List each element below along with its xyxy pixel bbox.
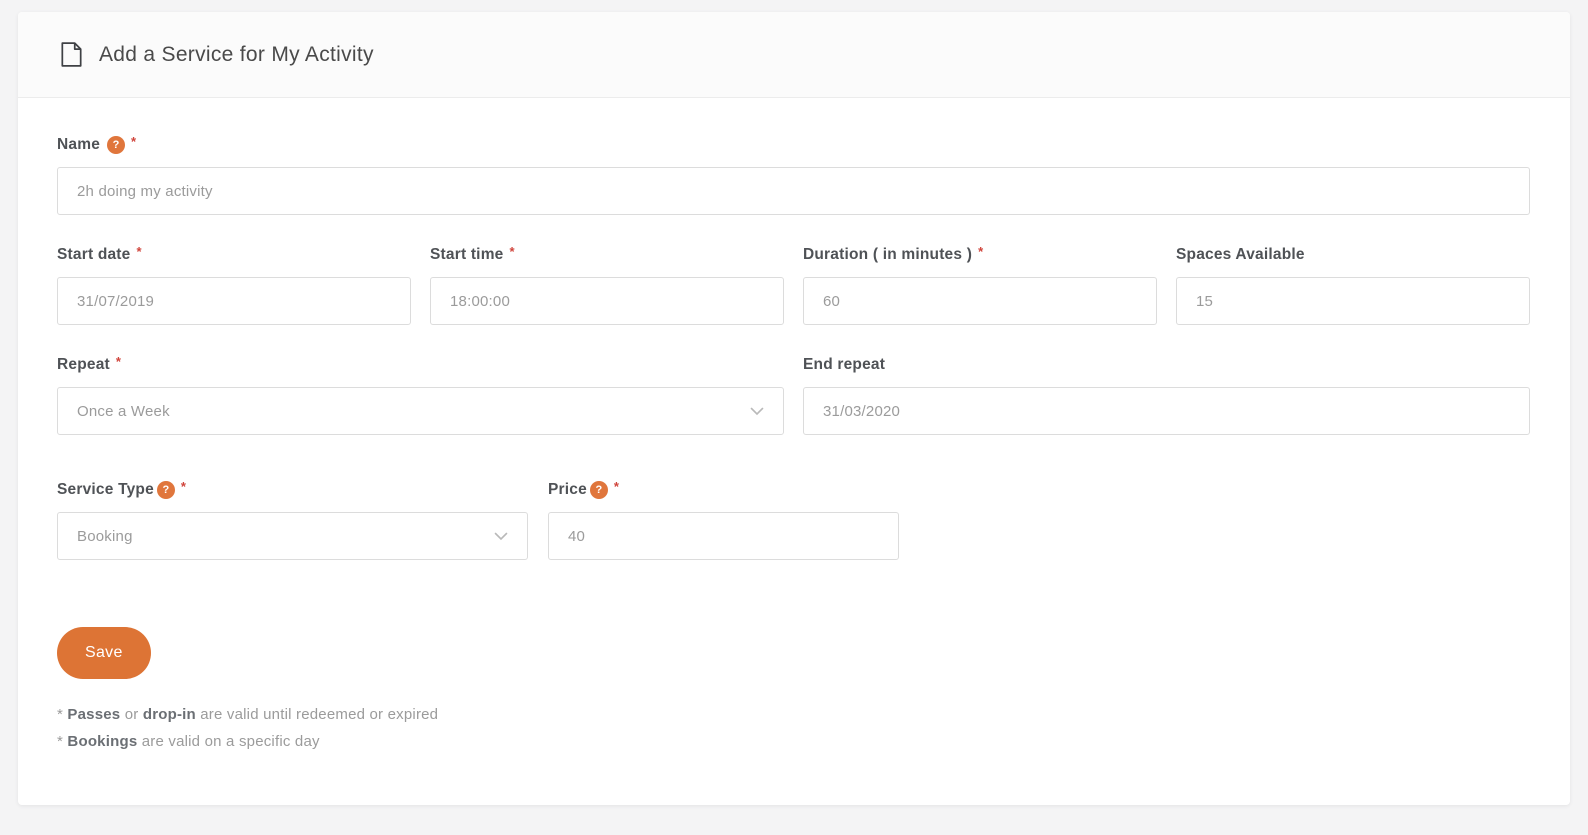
required-asterisk: *: [131, 134, 136, 149]
service-type-field-group: Service Type ? * Booking: [57, 481, 528, 560]
price-label: Price ? *: [548, 481, 899, 499]
start-date-input[interactable]: [57, 277, 411, 325]
price-help-icon[interactable]: ?: [590, 481, 608, 499]
duration-input[interactable]: [803, 277, 1157, 325]
service-type-help-icon[interactable]: ?: [157, 481, 175, 499]
end-repeat-label: End repeat: [803, 356, 1530, 374]
spaces-field-group: Spaces Available: [1176, 246, 1530, 325]
spaces-input[interactable]: [1176, 277, 1530, 325]
repeat-row: Repeat * Once a Week End repeat: [57, 356, 1530, 435]
name-label: Name ? *: [57, 136, 1530, 154]
chevron-down-icon: [750, 407, 764, 416]
duration-field-group: Duration ( in minutes ) *: [803, 246, 1157, 325]
required-asterisk: *: [181, 479, 186, 494]
start-time-field-group: Start time *: [430, 246, 784, 325]
required-asterisk: *: [510, 244, 515, 259]
pricing-row: Service Type ? * Booking Price ?: [57, 481, 1530, 560]
required-asterisk: *: [137, 244, 142, 259]
service-type-label: Service Type ? *: [57, 481, 528, 499]
service-form: Name ? * Start date * Start time *: [18, 98, 1570, 755]
duration-label: Duration ( in minutes ) *: [803, 246, 1157, 264]
footnote-passes: * Passes or drop-in are valid until rede…: [57, 701, 1530, 728]
card-header: Add a Service for My Activity: [18, 12, 1570, 98]
document-icon: [60, 41, 83, 68]
start-time-label: Start time *: [430, 246, 784, 264]
name-help-icon[interactable]: ?: [107, 136, 125, 154]
required-asterisk: *: [614, 479, 619, 494]
repeat-field-group: Repeat * Once a Week: [57, 356, 784, 435]
service-type-select[interactable]: Booking: [57, 512, 528, 560]
save-button[interactable]: Save: [57, 627, 151, 679]
end-repeat-field-group: End repeat: [803, 356, 1530, 435]
footnotes: * Passes or drop-in are valid until rede…: [57, 701, 1530, 755]
repeat-label: Repeat *: [57, 356, 784, 374]
name-field-group: Name ? *: [57, 136, 1530, 215]
required-asterisk: *: [978, 244, 983, 259]
repeat-select[interactable]: Once a Week: [57, 387, 784, 435]
schedule-row: Start date * Start time * Duration ( in …: [57, 246, 1530, 325]
price-field-group: Price ? *: [548, 481, 899, 560]
spaces-label: Spaces Available: [1176, 246, 1530, 264]
footnote-bookings: * Bookings are valid on a specific day: [57, 728, 1530, 755]
add-service-card: Add a Service for My Activity Name ? * S…: [18, 12, 1570, 805]
start-date-label: Start date *: [57, 246, 411, 264]
repeat-selected-value: Once a Week: [77, 403, 170, 420]
service-type-selected-value: Booking: [77, 528, 133, 545]
chevron-down-icon: [494, 532, 508, 541]
end-repeat-input[interactable]: [803, 387, 1530, 435]
name-input[interactable]: [57, 167, 1530, 215]
start-date-field-group: Start date *: [57, 246, 411, 325]
start-time-input[interactable]: [430, 277, 784, 325]
page-title: Add a Service for My Activity: [99, 43, 374, 67]
required-asterisk: *: [116, 354, 121, 369]
price-input[interactable]: [548, 512, 899, 560]
